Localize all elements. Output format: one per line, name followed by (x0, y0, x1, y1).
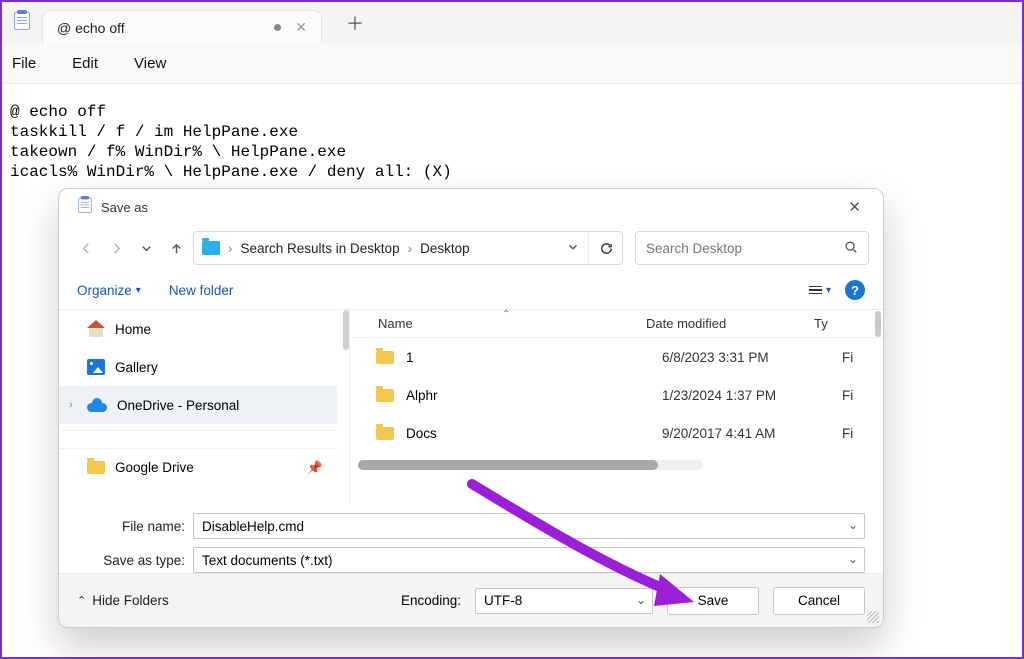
tab-strip: @ echo off ✕ ＋ (2, 2, 1022, 44)
column-headers: Name ⌃ Date modified Ty (350, 310, 883, 338)
organize-menu[interactable]: Organize▾ (77, 283, 141, 298)
column-header-type[interactable]: Ty (814, 316, 875, 331)
column-header-name[interactable]: Name (378, 316, 646, 331)
folder-icon (202, 241, 220, 255)
close-tab-icon[interactable]: ✕ (295, 19, 307, 36)
search-input[interactable] (646, 241, 844, 256)
nav-forward-button[interactable] (103, 232, 129, 264)
save-type-combo[interactable]: Text documents (*.txt) ⌄ (193, 547, 865, 573)
menu-view[interactable]: View (134, 55, 166, 72)
sidebar-item-onedrive[interactable]: › OneDrive - Personal (59, 386, 337, 424)
sidebar-item-gallery[interactable]: Gallery (59, 348, 337, 386)
resize-grip-icon[interactable] (867, 611, 879, 623)
chevron-down-icon[interactable]: ⌄ (848, 552, 858, 566)
save-button[interactable]: Save (667, 587, 759, 615)
window-frame: @ echo off ✕ ＋ File Edit View @ echo off… (0, 0, 1024, 659)
table-row[interactable]: 1 6/8/2023 3:31 PM Fi (370, 338, 883, 376)
save-fields: File name: ⌄ Save as type: Text document… (59, 503, 883, 573)
location-dropdown-icon[interactable] (566, 240, 580, 257)
breadcrumb-segment[interactable]: Search Results in Desktop (241, 241, 400, 256)
location-bar[interactable]: › Search Results in Desktop › Desktop (193, 231, 623, 265)
table-row[interactable]: Docs 9/20/2017 4:41 AM Fi (370, 414, 883, 452)
folder-icon (376, 389, 394, 402)
folder-icon (376, 427, 394, 440)
nav-row: › Search Results in Desktop › Desktop (59, 225, 883, 271)
onedrive-icon (87, 399, 107, 412)
nav-recent-button[interactable] (133, 232, 159, 264)
file-list-pane: Name ⌃ Date modified Ty 1 6/8/2023 3:31 … (349, 310, 883, 503)
new-tab-button[interactable]: ＋ (340, 10, 370, 36)
search-box[interactable] (635, 231, 869, 265)
document-tab[interactable]: @ echo off ✕ (42, 10, 322, 44)
sort-indicator-icon: ⌃ (502, 309, 510, 320)
dialog-title: Save as (101, 200, 148, 215)
refresh-icon[interactable] (588, 232, 614, 264)
breadcrumb-separator-icon: › (228, 241, 233, 256)
encoding-label: Encoding: (401, 593, 461, 608)
menu-edit[interactable]: Edit (72, 55, 98, 72)
pin-icon[interactable]: 📌 (307, 460, 323, 476)
close-icon[interactable]: ✕ (838, 194, 871, 220)
help-icon[interactable]: ? (845, 280, 865, 300)
dialog-body: Home Gallery › OneDrive - Personal Googl… (59, 309, 883, 503)
file-name-combo[interactable]: ⌄ (193, 513, 865, 539)
chevron-down-icon[interactable]: ⌄ (848, 518, 858, 532)
save-as-dialog: Save as ✕ › Search Results in Desktop › … (58, 188, 884, 628)
chevron-down-icon: ▾ (136, 285, 141, 296)
chevron-up-icon: ⌃ (77, 594, 86, 607)
chevron-down-icon: ▾ (826, 285, 831, 296)
view-options-button[interactable]: ▾ (809, 285, 831, 296)
file-name-label: File name: (77, 519, 185, 534)
horizontal-scrollbar[interactable] (358, 460, 703, 470)
encoding-value: UTF-8 (484, 593, 522, 608)
chevron-right-icon[interactable]: › (69, 399, 73, 411)
sidebar-scrollbar[interactable] (337, 310, 349, 503)
sidebar-item-home[interactable]: Home (59, 310, 337, 348)
filelist-scrollbar[interactable] (875, 311, 881, 337)
gallery-icon (87, 359, 105, 375)
breadcrumb-separator-icon: › (408, 241, 413, 256)
save-type-value: Text documents (*.txt) (202, 553, 333, 568)
file-name-input[interactable] (202, 519, 856, 534)
folder-icon (376, 351, 394, 364)
table-row[interactable]: Alphr 1/23/2024 1:37 PM Fi (370, 376, 883, 414)
dialog-titlebar: Save as ✕ (59, 189, 883, 225)
chevron-down-icon[interactable]: ⌄ (636, 593, 646, 607)
nav-back-button[interactable] (73, 232, 99, 264)
dialog-toolbar: Organize▾ New folder ▾ ? (59, 271, 883, 309)
folder-icon (87, 461, 105, 474)
notepad-icon (77, 198, 94, 217)
file-rows: 1 6/8/2023 3:31 PM Fi Alphr 1/23/2024 1:… (350, 338, 883, 452)
search-icon (844, 240, 858, 257)
save-type-label: Save as type: (77, 553, 185, 568)
document-tab-title: @ echo off (57, 20, 125, 36)
menu-bar: File Edit View (2, 44, 1022, 84)
breadcrumb-segment[interactable]: Desktop (420, 241, 470, 256)
navigation-pane: Home Gallery › OneDrive - Personal Googl… (59, 310, 337, 503)
column-header-date[interactable]: Date modified (646, 316, 814, 331)
list-view-icon (809, 286, 822, 295)
menu-file[interactable]: File (12, 55, 36, 72)
new-folder-button[interactable]: New folder (169, 283, 234, 298)
sidebar-item-google-drive[interactable]: Google Drive 📌 (59, 448, 337, 486)
unsaved-indicator-icon (274, 24, 281, 31)
notepad-icon (12, 12, 32, 34)
hide-folders-toggle[interactable]: ⌃ Hide Folders (77, 593, 169, 608)
dialog-footer: ⌃ Hide Folders Encoding: UTF-8 ⌄ Save Ca… (59, 573, 883, 627)
home-icon (87, 321, 105, 337)
nav-up-button[interactable] (163, 232, 189, 264)
encoding-combo[interactable]: UTF-8 ⌄ (475, 588, 653, 614)
cancel-button[interactable]: Cancel (773, 587, 865, 615)
